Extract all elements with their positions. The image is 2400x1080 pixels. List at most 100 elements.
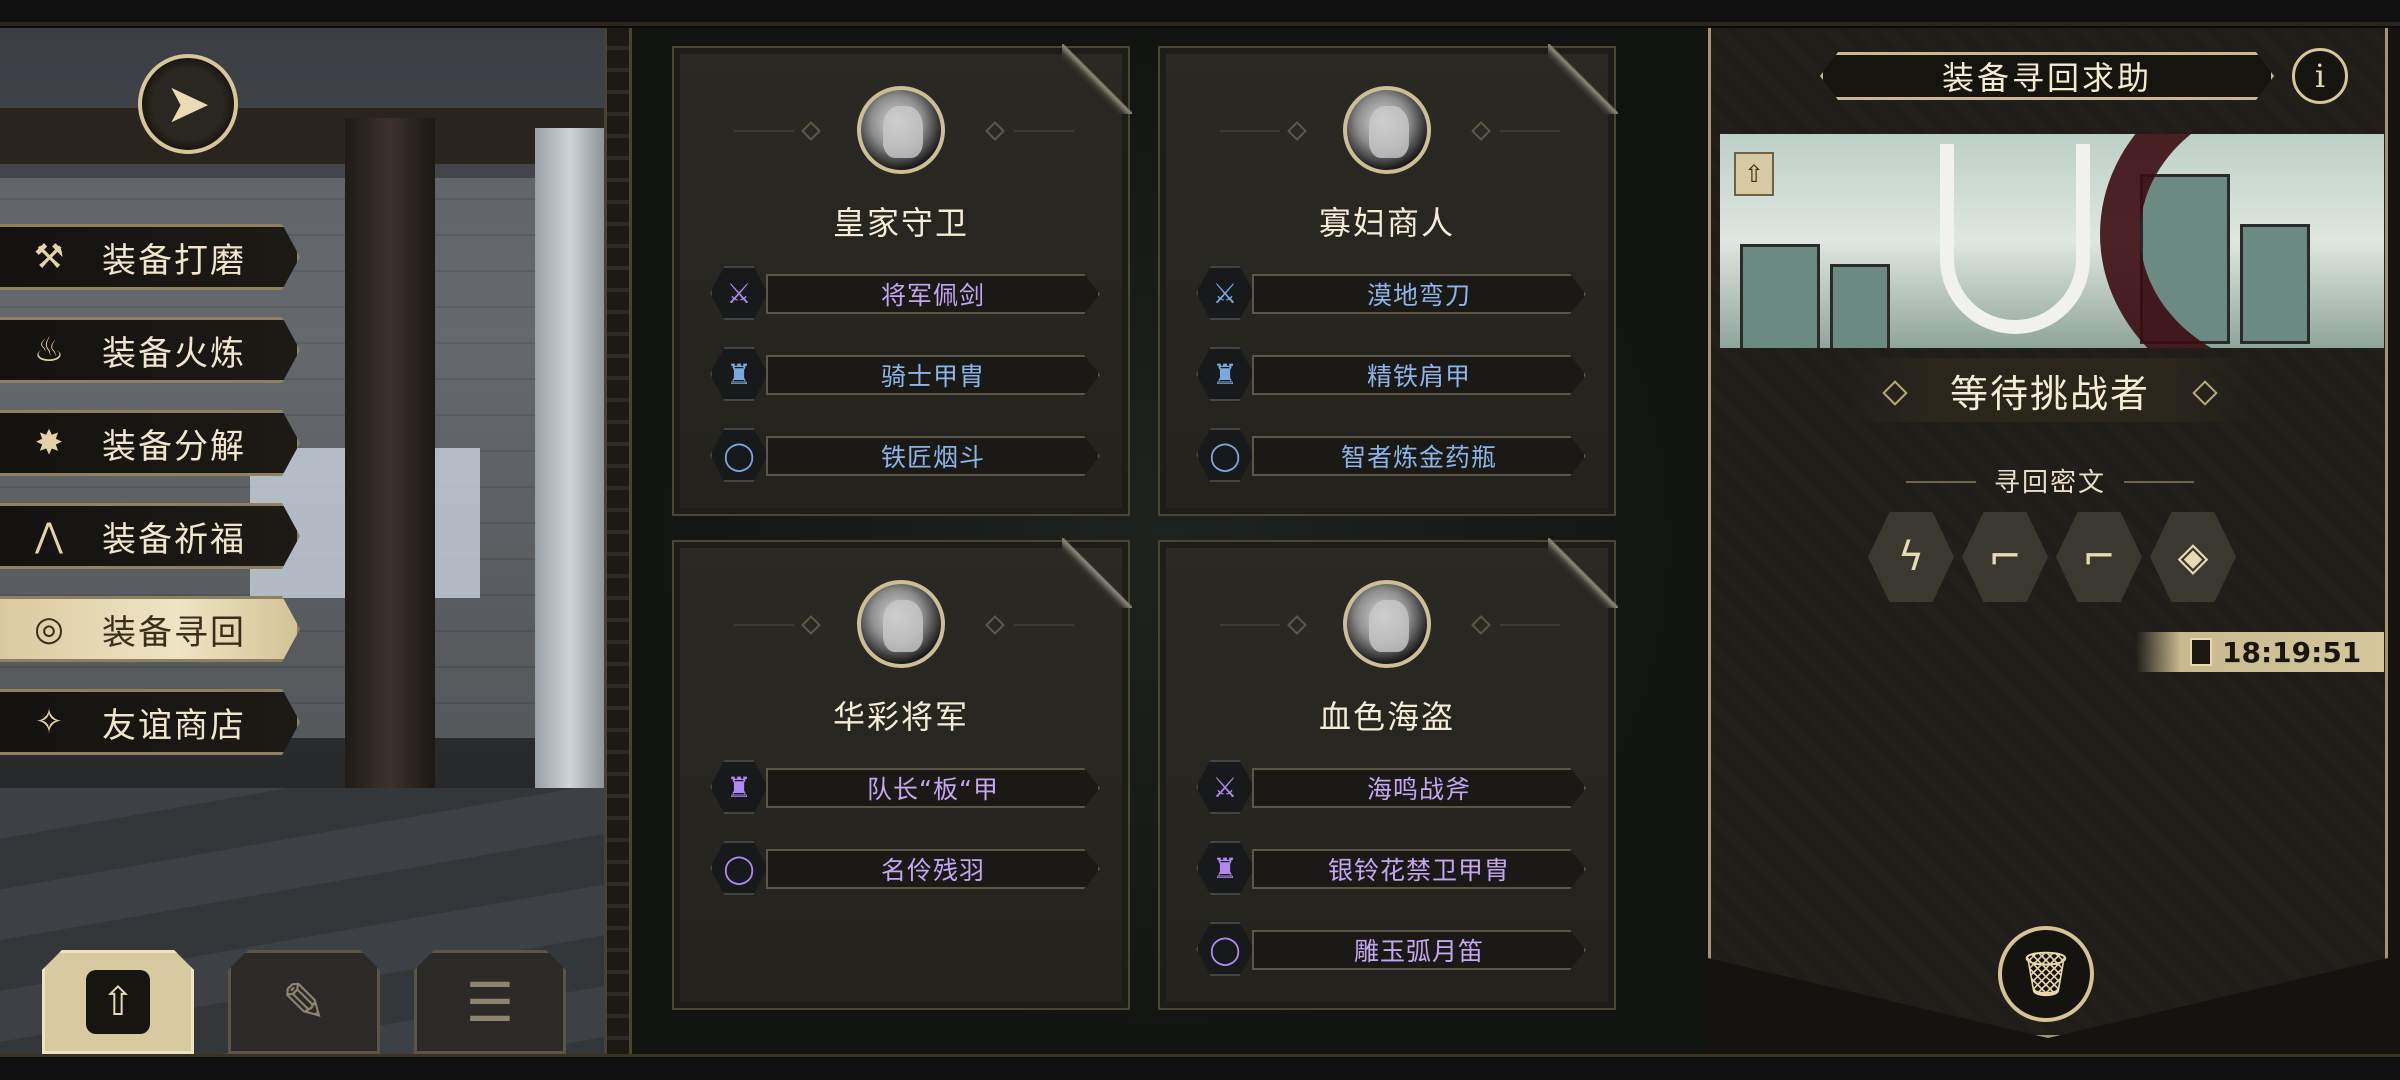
equipment-name: 精铁肩甲 [1252,355,1586,395]
top-frame [0,0,2400,26]
menu-item-label: 装备寻回 [102,612,246,653]
boss-card[interactable]: 皇家守卫 ⚔ 将军佩剑 ♜ 骑士甲胄 ◯ 铁匠烟斗 [672,44,1132,516]
diamond-ornament [801,121,821,141]
countdown-timer: 18:19:51 [2136,632,2384,672]
ring-icon: ◯ [1196,922,1254,976]
diamond-ornament [1287,615,1307,635]
menu-item-label: 装备打磨 [102,240,246,281]
armor-icon: ♜ [1196,347,1254,401]
equipment-item[interactable]: ◯ 铁匠烟斗 [710,428,1100,482]
deco-line [734,624,794,626]
status-banner: 等待挑战者 [1850,358,2250,422]
boss-card[interactable]: 寡妇商人 ⚔ 漠地弯刀 ♜ 精铁肩甲 ◯ 智者炼金药瓶 [1158,44,1618,516]
deco-line [734,130,794,132]
upload-icon: ⇧ [86,970,150,1034]
quill-icon: ✎ [281,970,327,1034]
bottom-tab-1[interactable]: ⇧ [42,950,194,1054]
equipment-item[interactable]: ⚔ 漠地弯刀 [1196,266,1586,320]
hammer-icon: ⚒ [33,237,65,277]
step-rune-icon: ⌐ [2056,512,2142,602]
menu-item-3[interactable]: ✸ 装备分解 [0,410,300,476]
trash-button[interactable]: 🗑 [1998,926,2094,1022]
equipment-list: ⚔ 漠地弯刀 ♜ 精铁肩甲 ◯ 智者炼金药瓶 [1196,266,1586,509]
timer-text: 18:19:51 [2222,635,2362,669]
equipment-item[interactable]: ♜ 骑士甲胄 [710,347,1100,401]
target-icon: ◎ [34,609,64,649]
equipment-list: ⚔ 将军佩剑 ♜ 骑士甲胄 ◯ 铁匠烟斗 [710,266,1100,509]
equipment-name: 雕玉弧月笛 [1252,930,1586,970]
equipment-name: 海鸣战斧 [1252,768,1586,808]
boss-avatar [1343,580,1431,668]
sword-icon: ⚔ [1196,266,1254,320]
bottom-frame [0,1054,2400,1080]
bottom-tabs: ⇧ ✎ ☰ [42,950,566,1054]
bottom-tab-2[interactable]: ✎ [228,950,380,1054]
menu-item-label: 装备祈福 [102,519,246,560]
back-button[interactable]: ➤ [138,54,238,154]
break-icon: ✸ [34,423,64,463]
panel-title: 装备寻回求助 [1820,52,2274,100]
deco-line [1014,130,1074,132]
back-arrow-icon: ➤ [165,72,211,135]
equipment-item[interactable]: ♜ 队长“板“甲 [710,760,1100,814]
menu-item-2[interactable]: ♨ 装备火炼 [0,317,300,383]
diamond-rune-icon: ◈ [2150,512,2236,602]
info-icon[interactable]: i [2292,48,2348,104]
sword-icon: ⚔ [1196,760,1254,814]
menu-item-5[interactable]: ◎ 装备寻回 [0,596,300,662]
armor-icon: ♜ [710,760,768,814]
deco-line [1220,130,1280,132]
diamond-ornament [1471,615,1491,635]
deco-line [1500,130,1560,132]
boss-card[interactable]: 华彩将军 ♜ 队长“板“甲 ◯ 名伶残羽 [672,538,1132,1010]
diamond-ornament [1287,121,1307,141]
hourglass-icon [2190,638,2212,666]
share-icon[interactable]: ⇧ [1734,152,1774,196]
equipment-name: 骑士甲胄 [766,355,1100,395]
equipment-list: ♜ 队长“板“甲 ◯ 名伶残羽 [710,760,1100,922]
equipment-item[interactable]: ◯ 雕玉弧月笛 [1196,922,1586,976]
ring-icon: ◯ [1196,428,1254,482]
ring-icon: ◯ [710,428,768,482]
boss-avatar [857,86,945,174]
ornate-divider [604,28,632,1054]
armor-icon: ♜ [710,347,768,401]
deco-line [1014,624,1074,626]
sword-icon: ⚔ [710,266,768,320]
equipment-name: 将军佩剑 [766,274,1100,314]
diamond-ornament [985,121,1005,141]
page-curl [1062,538,1132,608]
fox-icon: ✧ [34,702,64,742]
menu-item-label: 装备分解 [102,426,246,467]
menu-item-4[interactable]: ⋀ 装备祈福 [0,503,300,569]
equipment-name: 银铃花禁卫甲胄 [1252,849,1586,889]
equipment-item[interactable]: ♜ 银铃花禁卫甲胄 [1196,841,1586,895]
equipment-item[interactable]: ⚔ 海鸣战斧 [1196,760,1586,814]
menu-item-1[interactable]: ⚒ 装备打磨 [0,224,300,290]
bottom-tab-3[interactable]: ☰ [414,950,566,1054]
equipment-name: 漠地弯刀 [1252,274,1586,314]
forge-menu: ⚒ 装备打磨 ♨ 装备火炼 ✸ 装备分解 ⋀ 装备祈福 ◎ 装备寻回 ✧ 友谊商店 [0,224,310,782]
list-icon: ☰ [465,970,515,1034]
boss-name: 寡妇商人 [1318,204,1455,242]
flame-icon: ♨ [33,330,65,370]
equipment-item[interactable]: ♜ 精铁肩甲 [1196,347,1586,401]
code-glyphs: ϟ ⌐ ⌐ ◈ [1868,512,2236,602]
page-curl [1548,44,1618,114]
code-divider-right [2124,481,2194,483]
diamond-ornament [801,615,821,635]
equipment-item[interactable]: ⚔ 将军佩剑 [710,266,1100,320]
diamond-ornament [1471,121,1491,141]
boss-avatar [1343,86,1431,174]
equipment-item[interactable]: ◯ 智者炼金药瓶 [1196,428,1586,482]
equipment-item[interactable]: ◯ 名伶残羽 [710,841,1100,895]
menu-item-label: 友谊商店 [102,705,246,746]
pray-icon: ⋀ [35,516,63,556]
menu-item-6[interactable]: ✧ 友谊商店 [0,689,300,755]
equipment-name: 智者炼金药瓶 [1252,436,1586,476]
boss-card[interactable]: 血色海盗 ⚔ 海鸣战斧 ♜ 银铃花禁卫甲胄 ◯ 雕玉弧月笛 [1158,538,1618,1010]
equipment-name: 名伶残羽 [766,849,1100,889]
boss-name: 华彩将军 [832,698,969,736]
diamond-ornament [985,615,1005,635]
challenge-illustration: ⇧ [1720,134,2384,348]
